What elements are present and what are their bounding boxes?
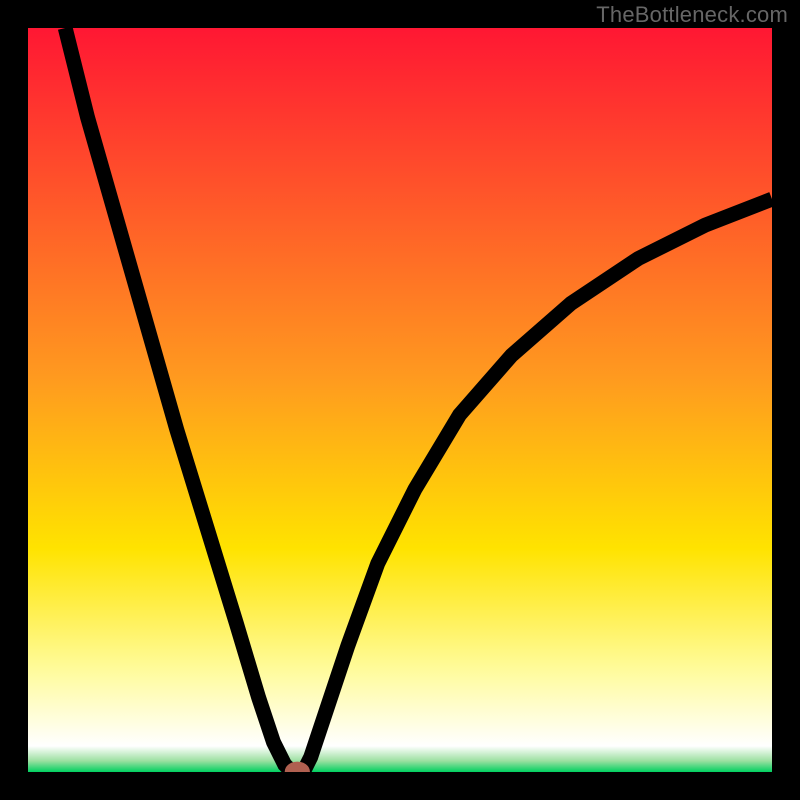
- chart-svg: [28, 28, 772, 772]
- minimum-marker: [288, 765, 306, 772]
- chart-frame: TheBottleneck.com: [0, 0, 800, 800]
- plot-area: [28, 28, 772, 772]
- watermark-text: TheBottleneck.com: [596, 2, 788, 28]
- chart-background: [28, 28, 772, 772]
